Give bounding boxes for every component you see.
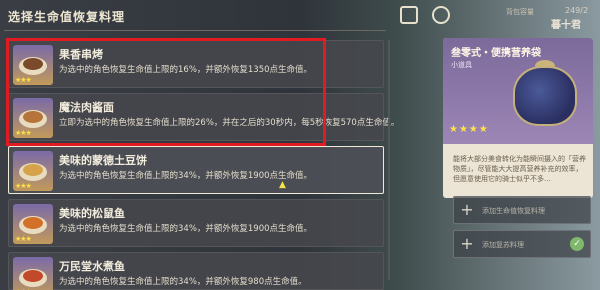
food-name: 美味的蒙德土豆饼	[59, 154, 147, 167]
food-description: 为选中的角色恢复生命值上限的34%，并额外恢复980点生命值。	[59, 277, 307, 287]
slot-label: 添加复苏料理	[482, 241, 524, 249]
highlight-annotation-box	[6, 38, 326, 146]
food-bag-icon[interactable]	[432, 6, 450, 24]
food-description: 为选中的角色恢复生命值上限的34%，并额外恢复1900点生命值。	[59, 224, 313, 234]
food-image	[23, 217, 43, 229]
nutrition-bag-icon	[513, 66, 577, 126]
food-thumbnail: ★★★	[13, 204, 53, 244]
rarity-stars: ★★★	[15, 182, 32, 190]
food-thumbnail: ★★★	[13, 257, 53, 290]
food-name: 美味的松鼠鱼	[59, 207, 125, 220]
bag-capacity-count: 249/2	[565, 6, 589, 15]
bookmark-icon[interactable]	[400, 6, 418, 24]
food-selection-panel: 选择生命值恢复料理 ★★★ 果香串烤 为选中的角色恢复生命值上限的16%，并额外…	[0, 0, 399, 290]
bag-capacity-label: 背包容量	[506, 8, 534, 16]
gadget-name-label: 暮十君	[551, 20, 581, 31]
panel-title: 选择生命值恢复料理	[8, 10, 126, 24]
add-hp-food-slot[interactable]: + 添加生命值恢复料理	[453, 196, 591, 224]
food-thumbnail: ★★★	[13, 151, 53, 191]
cursor-icon: ▲	[279, 180, 286, 190]
card-title: 叁零式・便携营养袋	[451, 48, 541, 59]
card-subtitle: 小道具	[451, 61, 472, 69]
gadget-detail-card: 叁零式・便携营养袋 小道具 ★★★★ 能将大部分美食转化为能瞬间摄入的「营养物质…	[443, 38, 593, 198]
food-item-boiled-fish[interactable]: ★★★ 万民堂水煮鱼 为选中的角色恢复生命值上限的34%，并额外恢复980点生命…	[8, 252, 384, 290]
card-description: 能将大部分美食转化为能瞬间摄入的「营养物质」，尽管能大大提高营养补充的效率，但愿…	[453, 155, 586, 183]
food-name: 万民堂水煮鱼	[59, 260, 125, 273]
food-item-squirrel-fish[interactable]: ★★★ 美味的松鼠鱼 为选中的角色恢复生命值上限的34%，并额外恢复1900点生…	[8, 199, 384, 247]
food-image	[23, 164, 43, 176]
slot-label: 添加生命值恢复料理	[482, 207, 545, 215]
add-revive-food-slot[interactable]: + 添加复苏料理 ✓	[453, 230, 591, 258]
confirm-icon[interactable]: ✓	[570, 237, 584, 251]
header-divider	[4, 30, 386, 31]
scrollbar[interactable]	[388, 40, 390, 280]
food-item-potato-pancake[interactable]: ★★★ 美味的蒙德土豆饼 为选中的角色恢复生命值上限的34%，并额外恢复1900…	[8, 146, 384, 194]
card-header: 叁零式・便携营养袋 小道具 ★★★★	[443, 38, 593, 144]
plus-icon: +	[460, 234, 474, 253]
card-rarity-stars: ★★★★	[449, 124, 489, 135]
food-image	[23, 270, 43, 282]
plus-icon: +	[460, 200, 474, 219]
rarity-stars: ★★★	[15, 235, 32, 243]
food-description: 为选中的角色恢复生命值上限的34%，并额外恢复1900点生命值。	[59, 171, 313, 181]
